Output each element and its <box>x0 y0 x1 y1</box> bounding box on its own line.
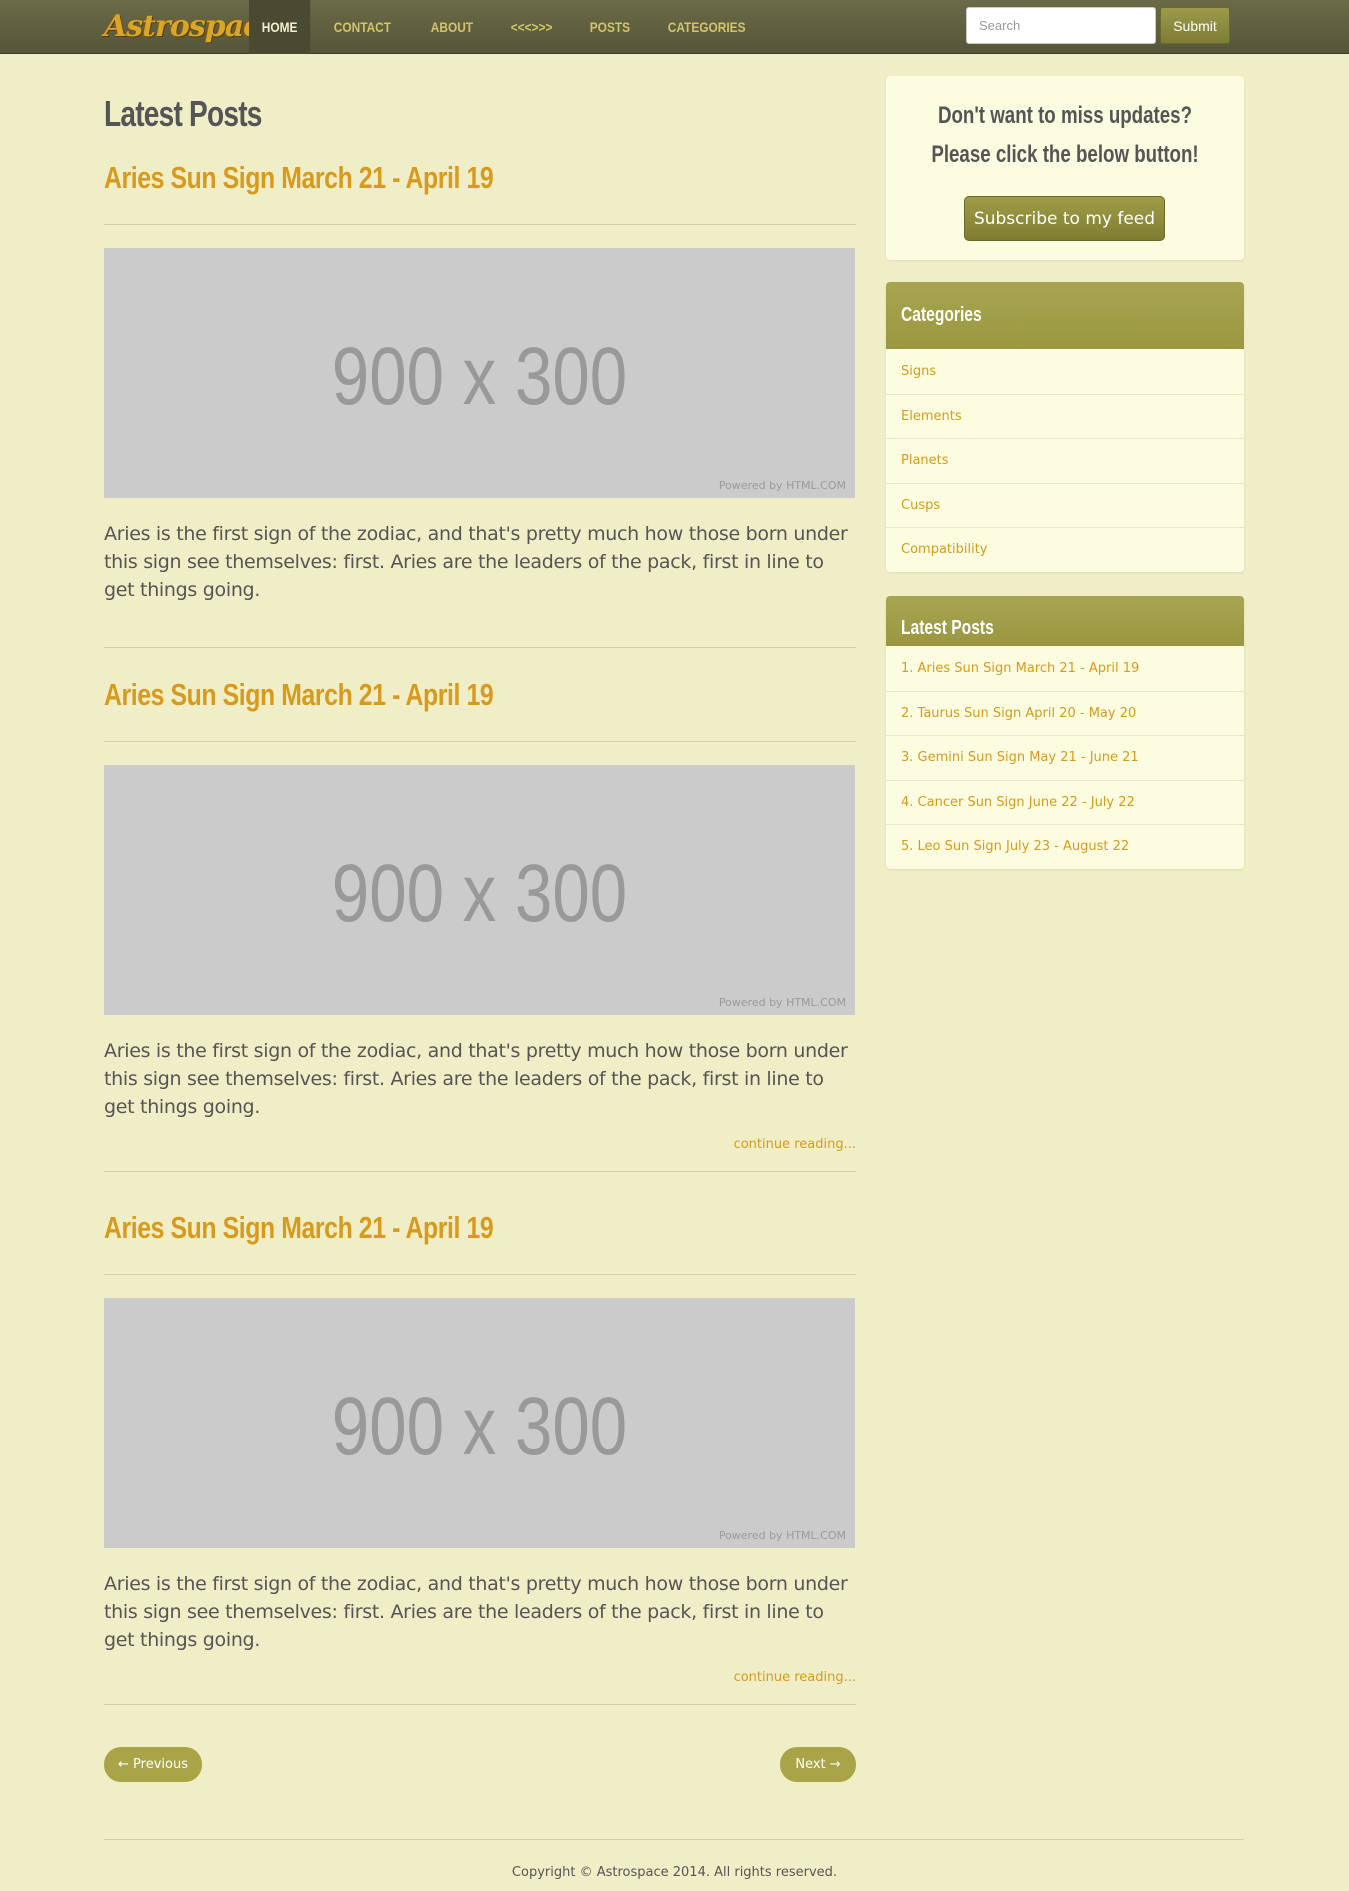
nav-item-categories[interactable]: CATEGORIES <box>655 0 758 54</box>
image-placeholder-text: 900 x 300 <box>331 1381 628 1472</box>
divider <box>104 1171 856 1172</box>
post-image: 900 x 300 Powered by HTML.COM <box>104 765 855 1015</box>
nav-item-contact[interactable]: CONTACT <box>321 0 404 54</box>
nav-item-about[interactable]: ABOUT <box>418 0 486 54</box>
categories-panel: Categories Signs Elements Planets Cusps … <box>886 282 1244 572</box>
page-title: Latest Posts <box>104 93 262 134</box>
search-input[interactable] <box>966 7 1156 44</box>
image-placeholder-text: 900 x 300 <box>331 331 628 422</box>
categories-heading: Categories <box>886 282 1244 349</box>
latest-posts-panel: Latest Posts 1. Aries Sun Sign March 21 … <box>886 596 1244 869</box>
subscribe-box: Don't want to miss updates? Please click… <box>886 76 1244 260</box>
main-nav: HOME CONTACT ABOUT <<<>>> POSTS CATEGORI… <box>249 0 776 54</box>
category-link[interactable]: Cusps <box>886 482 1244 528</box>
latest-post-link[interactable]: 5. Leo Sun Sign July 23 - August 22 <box>886 824 1244 869</box>
category-link[interactable]: Elements <box>886 393 1244 439</box>
nav-item-posts[interactable]: POSTS <box>577 0 643 54</box>
navbar: Astrospace HOME CONTACT ABOUT <<<>>> POS… <box>0 0 1349 54</box>
latest-post-link[interactable]: 3. Gemini Sun Sign May 21 - June 21 <box>886 735 1244 780</box>
categories-list: Signs Elements Planets Cusps Compatibili… <box>886 349 1244 572</box>
category-link[interactable]: Compatibility <box>886 527 1244 572</box>
nav-item-arrows[interactable]: <<<>>> <box>498 0 565 54</box>
continue-reading-link[interactable]: continue reading... <box>104 1137 856 1155</box>
category-link[interactable]: Planets <box>886 438 1244 483</box>
post: Aries Sun Sign March 21 - April 19 900 x… <box>104 677 856 1172</box>
post-excerpt: Aries is the first sign of the zodiac, a… <box>104 523 848 601</box>
latest-post-link[interactable]: 2. Taurus Sun Sign April 20 - May 20 <box>886 690 1244 736</box>
post-title-link[interactable]: Aries Sun Sign March 21 - April 19 <box>104 1210 706 1250</box>
image-credit: Powered by HTML.COM <box>718 996 846 1009</box>
search-submit-button[interactable]: Submit <box>1160 7 1230 44</box>
post: Aries Sun Sign March 21 - April 19 900 x… <box>104 160 856 648</box>
image-credit: Powered by HTML.COM <box>718 479 846 492</box>
latest-post-link[interactable]: 1. Aries Sun Sign March 21 - April 19 <box>886 646 1244 691</box>
post-excerpt: Aries is the first sign of the zodiac, a… <box>104 1040 848 1118</box>
next-button[interactable]: Next → <box>780 1747 856 1782</box>
latest-post-link[interactable]: 4. Cancer Sun Sign June 22 - July 22 <box>886 779 1244 825</box>
post-image: 900 x 300 Powered by HTML.COM <box>104 1298 855 1548</box>
category-link[interactable]: Signs <box>886 349 1244 394</box>
continue-reading-link[interactable] <box>104 620 856 638</box>
subscribe-button[interactable]: Subscribe to my feed <box>964 196 1165 241</box>
previous-button[interactable]: ← Previous <box>104 1747 202 1782</box>
copyright-text: Copyright © Astrospace 2014. All rights … <box>511 1865 838 1880</box>
post-title-link[interactable]: Aries Sun Sign March 21 - April 19 <box>104 160 706 200</box>
divider <box>104 1274 856 1275</box>
latest-posts-heading: Latest Posts <box>886 596 1244 646</box>
divider <box>104 224 856 225</box>
brand-logo[interactable]: Astrospace <box>104 2 280 50</box>
post-image: 900 x 300 Powered by HTML.COM <box>104 248 855 498</box>
subscribe-prompt: Don't want to miss updates? Please click… <box>931 102 1199 168</box>
footer-divider <box>104 1839 1244 1840</box>
image-credit: Powered by HTML.COM <box>718 1529 846 1542</box>
nav-item-home[interactable]: HOME <box>249 0 311 54</box>
divider <box>104 647 856 648</box>
post-title-link[interactable]: Aries Sun Sign March 21 - April 19 <box>104 677 706 717</box>
image-placeholder-text: 900 x 300 <box>331 848 628 939</box>
divider <box>104 741 856 742</box>
divider <box>104 1704 856 1705</box>
continue-reading-link[interactable]: continue reading... <box>104 1670 856 1688</box>
post: Aries Sun Sign March 21 - April 19 900 x… <box>104 1210 856 1705</box>
post-excerpt: Aries is the first sign of the zodiac, a… <box>104 1573 848 1651</box>
latest-posts-list: 1. Aries Sun Sign March 21 - April 19 2.… <box>886 646 1244 869</box>
